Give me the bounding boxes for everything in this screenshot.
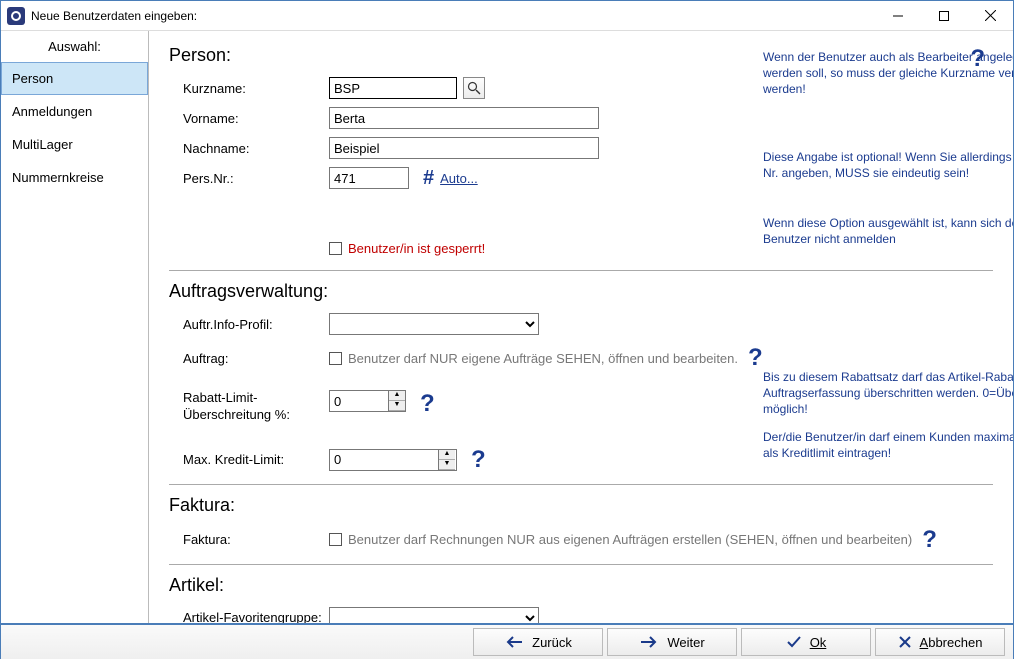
rabatt-help: Bis zu diesem Rabattsatz darf das Artike… <box>763 369 1013 418</box>
nachname-label: Nachname: <box>169 141 329 156</box>
rabatt-input[interactable] <box>330 391 388 411</box>
sidebar-item-label: Person <box>12 71 53 86</box>
spin-up[interactable]: ▲ <box>439 450 455 460</box>
faktura-checkbox[interactable] <box>329 533 342 546</box>
sidebar-item-person[interactable]: Person <box>1 62 148 95</box>
section-artikel-title: Artikel: <box>169 575 993 596</box>
artikel-fav-label: Artikel-Favoritengruppe: <box>169 610 329 623</box>
hash-icon: # <box>423 167 434 190</box>
auftrag-checkbox[interactable] <box>329 352 342 365</box>
back-label: Zurück <box>532 635 572 650</box>
kredit-spinner[interactable]: ▲▼ <box>329 449 457 471</box>
titlebar: Neue Benutzerdaten eingeben: <box>1 1 1013 31</box>
arrow-left-icon <box>504 635 524 649</box>
sidebar: Auswahl: Person Anmeldungen MultiLager N… <box>1 31 149 623</box>
cancel-button[interactable]: Abbrechen <box>875 628 1005 656</box>
footer: Zurück Weiter Ok Abbrechen <box>1 623 1013 659</box>
locked-checkbox[interactable] <box>329 242 342 255</box>
back-button[interactable]: Zurück <box>473 628 603 656</box>
sidebar-item-label: Nummernkreise <box>12 170 104 185</box>
sidebar-item-anmeldungen[interactable]: Anmeldungen <box>1 95 148 128</box>
help-icon[interactable]: ? <box>922 526 937 554</box>
minimize-button[interactable] <box>875 1 921 30</box>
help-icon[interactable]: ? <box>748 344 763 372</box>
app-icon <box>7 7 25 25</box>
spin-down[interactable]: ▼ <box>389 401 405 411</box>
section-faktura-title: Faktura: <box>169 495 993 516</box>
arrow-right-icon <box>639 635 659 649</box>
kurzname-input[interactable] <box>329 77 457 99</box>
persnr-input[interactable] <box>329 167 409 189</box>
auto-link[interactable]: Auto... <box>440 171 478 186</box>
spin-down[interactable]: ▼ <box>439 460 455 470</box>
cancel-label: bbrechen <box>928 635 982 650</box>
content-pane: Person: ? Wenn der Benutzer auch als Bea… <box>149 31 1013 623</box>
sidebar-item-label: Anmeldungen <box>12 104 92 119</box>
search-icon <box>467 81 481 95</box>
help-kurzname: Wenn der Benutzer auch als Bearbeiter an… <box>763 49 1013 98</box>
next-label: Weiter <box>667 635 704 650</box>
sidebar-header: Auswahl: <box>1 31 148 62</box>
sidebar-item-label: MultiLager <box>12 137 73 152</box>
faktura-label: Faktura: <box>169 532 329 547</box>
kredit-input[interactable] <box>330 450 438 470</box>
kurzname-label: Kurzname: <box>169 81 329 96</box>
auftrag-check-label: Benutzer darf NUR eigene Aufträge SEHEN,… <box>348 351 738 366</box>
window-title: Neue Benutzerdaten eingeben: <box>31 9 875 23</box>
section-auftrag-title: Auftragsverwaltung: <box>169 281 993 302</box>
kredit-label: Max. Kredit-Limit: <box>169 452 329 467</box>
rabatt-spinner[interactable]: ▲▼ <box>329 390 406 412</box>
ok-label: Ok <box>810 635 827 650</box>
search-button[interactable] <box>463 77 485 99</box>
auftrag-label: Auftrag: <box>169 351 329 366</box>
help-locked: Wenn diese Option ausgewählt ist, kann s… <box>763 215 1013 247</box>
nachname-input[interactable] <box>329 137 599 159</box>
next-button[interactable]: Weiter <box>607 628 737 656</box>
x-icon <box>898 635 912 649</box>
help-persnr: Diese Angabe ist optional! Wenn Sie alle… <box>763 149 1013 181</box>
vorname-input[interactable] <box>329 107 599 129</box>
help-icon[interactable]: ? <box>471 446 486 474</box>
sidebar-item-multilager[interactable]: MultiLager <box>1 128 148 161</box>
profil-label: Auftr.Info-Profil: <box>169 317 329 332</box>
close-button[interactable] <box>967 1 1013 30</box>
sidebar-item-nummernkreise[interactable]: Nummernkreise <box>1 161 148 194</box>
check-icon <box>786 635 802 649</box>
profil-select[interactable] <box>329 313 539 335</box>
kredit-help: Der/die Benutzer/in darf einem Kunden ma… <box>763 429 1013 461</box>
artikel-fav-select[interactable] <box>329 607 539 623</box>
maximize-button[interactable] <box>921 1 967 30</box>
ok-button[interactable]: Ok <box>741 628 871 656</box>
help-icon[interactable]: ? <box>420 390 435 418</box>
locked-label: Benutzer/in ist gesperrt! <box>348 241 485 256</box>
rabatt-label: Rabatt-Limit-Überschreitung %: <box>169 390 329 424</box>
vorname-label: Vorname: <box>169 111 329 126</box>
spin-up[interactable]: ▲ <box>389 391 405 401</box>
faktura-check-label: Benutzer darf Rechnungen NUR aus eigenen… <box>348 532 912 547</box>
persnr-label: Pers.Nr.: <box>169 171 329 186</box>
